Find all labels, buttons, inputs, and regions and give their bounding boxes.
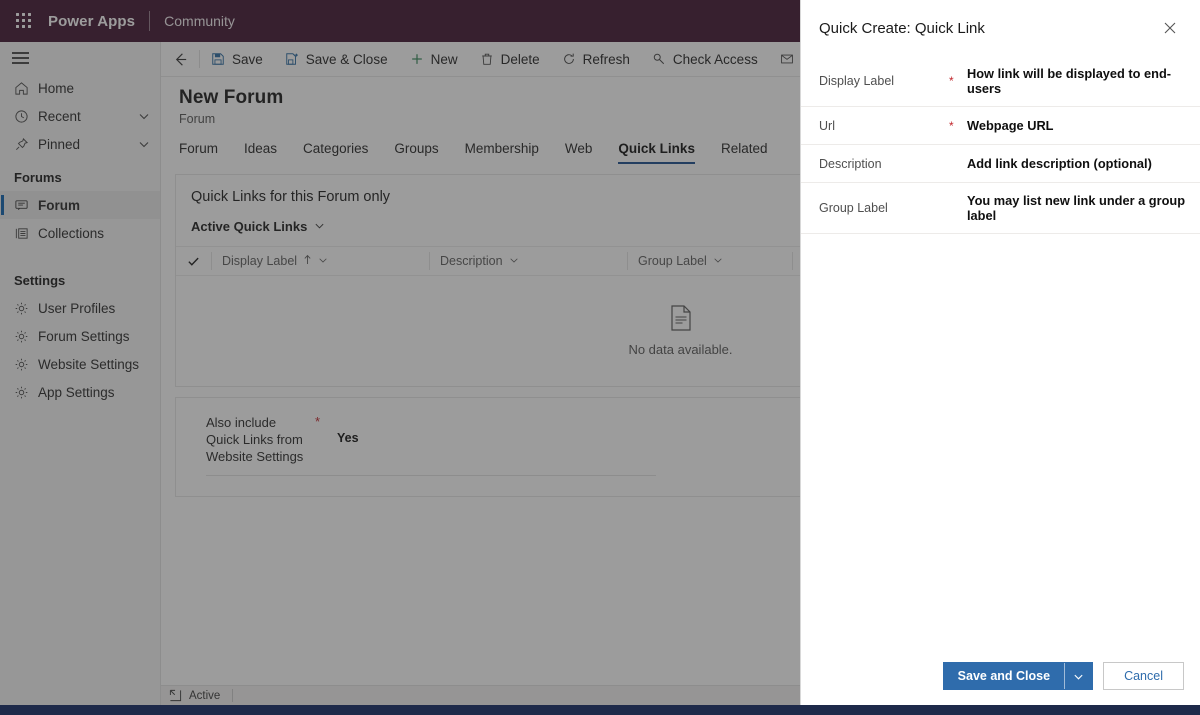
field-label: Group Label <box>819 201 888 215</box>
field-description[interactable]: Description Add link description (option… <box>801 145 1200 183</box>
field-display-label[interactable]: Display Label * How link will be display… <box>801 56 1200 107</box>
field-group-label[interactable]: Group Label You may list new link under … <box>801 183 1200 234</box>
quick-create-header: Quick Create: Quick Link <box>801 0 1200 56</box>
required-marker: * <box>949 74 954 88</box>
quick-create-panel: Quick Create: Quick Link Display Label *… <box>800 0 1200 705</box>
field-label: Url <box>819 118 835 133</box>
description-input[interactable]: Add link description (optional) <box>967 156 1186 171</box>
required-marker: * <box>949 118 954 133</box>
quick-create-form: Display Label * How link will be display… <box>801 56 1200 647</box>
screen: Power Apps Community Home Recent Pinned … <box>0 0 1200 715</box>
chevron-down-icon[interactable] <box>1065 663 1092 689</box>
close-icon[interactable] <box>1156 14 1184 42</box>
quick-create-title: Quick Create: Quick Link <box>819 19 985 37</box>
save-and-close-label: Save and Close <box>957 669 1051 683</box>
group-label-input[interactable]: You may list new link under a group labe… <box>967 193 1186 223</box>
modal-dim-overlay[interactable] <box>0 0 800 705</box>
quick-create-footer: Save and Close Cancel <box>801 647 1200 705</box>
field-url[interactable]: Url * Webpage URL <box>801 107 1200 145</box>
field-label: Display Label <box>819 74 895 88</box>
cancel-button[interactable]: Cancel <box>1103 662 1184 690</box>
url-input[interactable]: Webpage URL <box>967 118 1186 133</box>
save-and-close-split-button[interactable]: Save and Close <box>942 662 1094 690</box>
field-label: Description <box>819 156 882 171</box>
display-label-input[interactable]: How link will be displayed to end-users <box>967 66 1186 96</box>
bottom-edge-strip <box>0 705 1200 715</box>
